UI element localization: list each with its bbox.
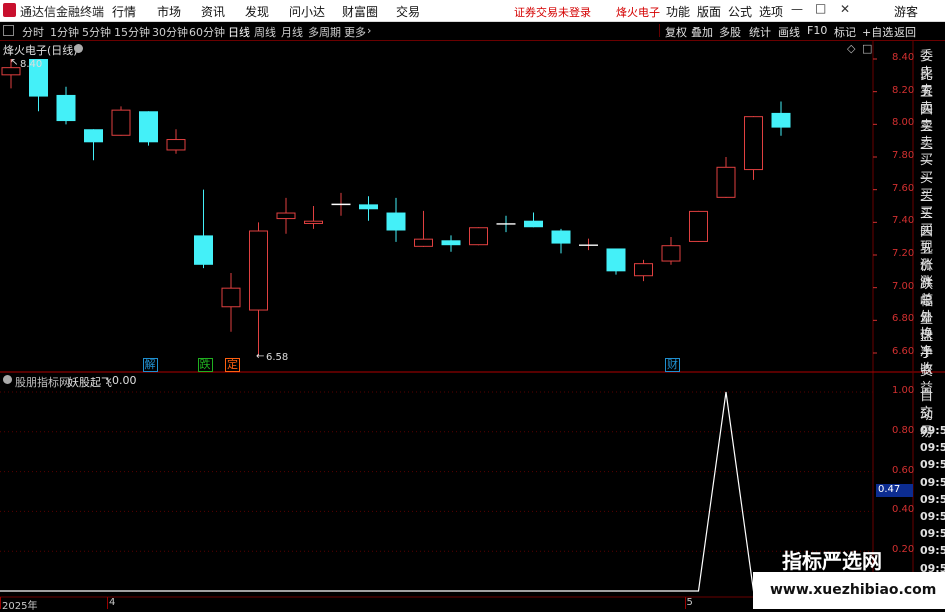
candle-body-down (84, 129, 103, 143)
kline-chart[interactable] (0, 0, 945, 609)
candle-body-down (386, 212, 406, 231)
candle-body-down (771, 112, 791, 128)
candle-body-up (414, 238, 433, 247)
candle-body-up (716, 166, 736, 198)
y-tick-label: 8.20 (892, 84, 915, 96)
y-tick-label: 8.00 (892, 117, 915, 129)
event-marker[interactable]: 财 (665, 358, 680, 372)
event-marker[interactable]: 解 (142, 358, 158, 372)
y-tick-label: 7.20 (892, 248, 915, 259)
candle-body-up (1, 67, 21, 76)
y-tick-label: 7.00 (892, 280, 915, 292)
trade-time-row: 09:58 (920, 510, 945, 523)
x-tick-label: 4 (109, 597, 116, 608)
watermark-title: 指标严选网 (782, 549, 882, 573)
candle-body-up (744, 116, 763, 171)
event-marker[interactable]: 跌 (197, 358, 213, 372)
candle-body-down (551, 230, 571, 244)
indicator-y-tick-label: 0.60 (892, 464, 915, 476)
candle-body-up (469, 227, 488, 246)
high-annotation-arrow: ↖ (10, 57, 19, 68)
trade-time-row: 09:58 (920, 441, 945, 455)
cursor-value-badge: 0.47 (876, 484, 913, 497)
x-tick-label: 2025年 (2, 601, 38, 612)
low-annotation-arrow: ← (256, 351, 265, 362)
trade-time-row: 09:58 (920, 458, 945, 472)
candle-body-down (194, 235, 213, 265)
event-marker[interactable]: 定 (225, 358, 240, 372)
y-tick-label: 6.60 (892, 346, 915, 357)
indicator-y-tick-label: 0.80 (892, 424, 915, 436)
trade-time-row: 09:58 (920, 475, 945, 489)
candle-body-down (606, 248, 626, 272)
x-tick-label: 5 (686, 597, 693, 608)
y-tick-label: 8.40 (892, 52, 915, 63)
indicator-y-tick-label: 0.40 (892, 504, 915, 516)
candle-body-up (689, 210, 708, 242)
candle-body-up (661, 245, 681, 262)
candle-body-up (166, 139, 186, 151)
trade-time-row: 09:58 (920, 544, 945, 558)
y-tick-label: 7.80 (892, 150, 915, 161)
candle-body-up (304, 220, 323, 224)
candle-body-down (524, 220, 543, 228)
low-annotation: 6.58 (266, 352, 289, 363)
indicator-series-line (0, 391, 873, 592)
high-annotation: 8.40 (20, 59, 43, 70)
candle-body-up (634, 263, 653, 277)
candle-body-up (221, 287, 241, 308)
candle-body-down (441, 240, 461, 246)
candle-body-up (111, 109, 131, 136)
x-tick-mark (107, 597, 108, 609)
cursor-value: 0.47 (878, 484, 901, 495)
x-tick-mark (684, 597, 686, 609)
y-tick-label: 7.60 (892, 182, 915, 194)
candle-body-up (276, 212, 296, 220)
candle-body-down (139, 111, 158, 143)
trade-time-row: 09:58 (920, 492, 945, 506)
indicator-y-tick-label: 1.00 (892, 385, 915, 396)
trade-time-row: 09:58 (920, 424, 945, 437)
candle-body-down (359, 204, 378, 210)
x-tick-mark (0, 597, 1, 609)
y-tick-label: 7.40 (892, 215, 915, 227)
indicator-y-tick-label: 0.20 (892, 544, 915, 556)
y-tick-label: 6.80 (892, 313, 915, 325)
trade-time-row: 09:58 (920, 527, 945, 541)
watermark-url: www.xuezhibiao.com (770, 582, 937, 598)
candle-body-up (249, 230, 268, 311)
candle-body-down (56, 94, 76, 122)
